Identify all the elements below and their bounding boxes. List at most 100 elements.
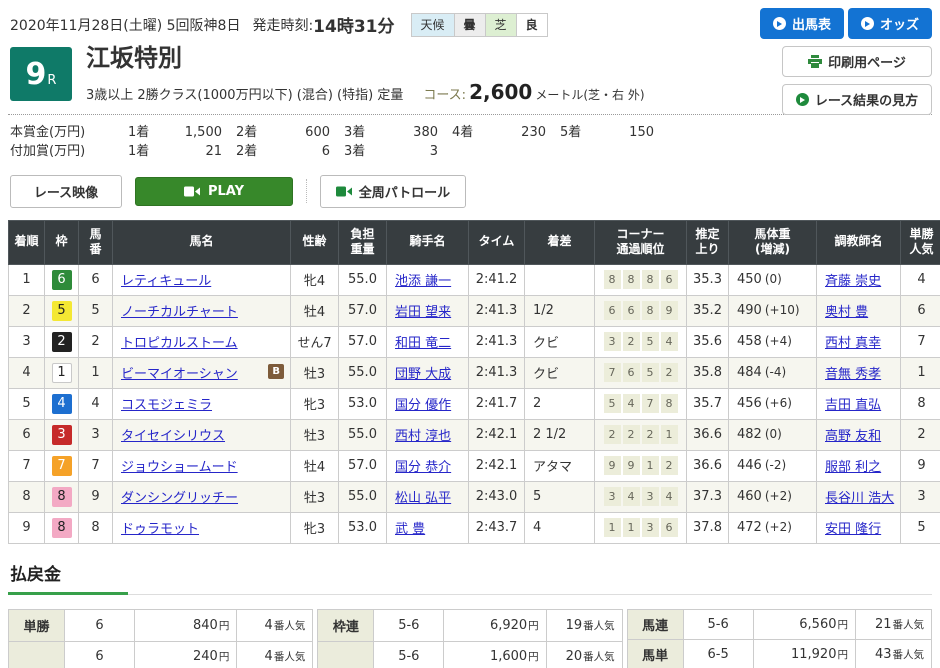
horse-name-cell: ドゥラモット [113, 512, 291, 543]
carried-weight: 53.0 [339, 512, 387, 543]
corner-order: 8886 [595, 264, 687, 295]
jockey-link[interactable]: 国分 恭介 [395, 460, 451, 475]
horse-number: 1 [79, 357, 113, 388]
print-page-button[interactable]: 印刷用ページ [782, 46, 932, 77]
frame-cell: 2 [45, 326, 79, 357]
horse-name-link[interactable]: ビーマイオーシャン [121, 367, 238, 382]
finish-position: 2 [9, 295, 45, 326]
bet-type-label: 複勝 [9, 642, 65, 668]
trainer-link[interactable]: 奥村 豊 [825, 305, 868, 320]
horse-name-cell: レティキュール [113, 264, 291, 295]
jockey-cell: 武 豊 [387, 512, 469, 543]
horse-name-cell: ジョウショームード [113, 450, 291, 481]
jockey-link[interactable]: 団野 大成 [395, 367, 451, 382]
win-popularity: 9 [901, 450, 940, 481]
payout-row-place: 複勝 6 240円 4番人気 [9, 642, 313, 668]
finish-position: 9 [9, 512, 45, 543]
corner-pos: 2 [623, 425, 640, 444]
body-weight-value: 484 [737, 365, 762, 380]
corner-pos: 3 [604, 487, 621, 506]
jockey-link[interactable]: 岩田 望来 [395, 305, 451, 320]
patrol-video-button[interactable]: 全周パトロール [320, 175, 466, 208]
place-label: 1着 [128, 123, 164, 142]
body-weight-diff: (+6) [765, 396, 792, 410]
body-weight-value: 482 [737, 427, 762, 442]
trainer-link[interactable]: 斉藤 崇史 [825, 274, 881, 289]
horse-name-link[interactable]: レティキュール [121, 274, 211, 289]
trainer-link[interactable]: 安田 隆行 [825, 522, 881, 537]
race-date: 2020年11月28日(土曜) 5回阪神8日 [10, 15, 240, 35]
payout-popularity: 19番人気 [546, 609, 622, 641]
place-label: 4着 [452, 123, 488, 142]
payout-amount: 240円 [135, 642, 237, 668]
race-video-label: レース映像 [34, 182, 98, 201]
race-video-button[interactable]: レース映像 [10, 175, 122, 208]
horse-name-link[interactable]: コスモジェミラ [121, 398, 212, 413]
odds-label: オッズ [880, 14, 919, 33]
trainer-link[interactable]: 長谷川 浩大 [825, 491, 894, 506]
col-jockey: 騎手名 [387, 220, 469, 264]
corner-order: 9912 [595, 450, 687, 481]
trainer-link[interactable]: 高野 友和 [825, 429, 881, 444]
table-row: 8 8 9 ダンシングリッチー 牡3 55.0 松山 弘平 2:43.0 5 3… [9, 481, 940, 512]
body-weight: 490(+10) [729, 295, 817, 326]
corner-order: 6689 [595, 295, 687, 326]
trainer-link[interactable]: 西村 真幸 [825, 336, 881, 351]
col-last-3f: 推定 上り [687, 220, 729, 264]
table-row: 3 2 2 トロピカルストーム せん7 57.0 和田 竜二 2:41.3 クビ… [9, 326, 940, 357]
jockey-link[interactable]: 国分 優作 [395, 398, 451, 413]
trainer-link[interactable]: 服部 利之 [825, 460, 881, 475]
margin [525, 264, 595, 295]
corner-pos: 1 [604, 518, 621, 537]
table-row: 6 3 3 タイセイシリウス 牡3 55.0 西村 淳也 2:42.1 2 1/… [9, 419, 940, 450]
frame-badge: 6 [52, 270, 72, 290]
horse-name-link[interactable]: トロピカルストーム [121, 336, 238, 351]
body-weight-diff: (-4) [765, 365, 786, 379]
patrol-label: 全周パトロール [359, 182, 450, 201]
jockey-link[interactable]: 和田 竜二 [395, 336, 451, 351]
horse-name-link[interactable]: ノーチカルチャート [121, 305, 238, 320]
corner-pos: 1 [661, 425, 678, 444]
entry-table-button[interactable]: 出馬表 [760, 8, 844, 39]
start-time: 14時31分 [313, 12, 394, 37]
frame-badge: 8 [52, 487, 72, 507]
payout-row-exacta: 馬単 6-5 11,920円 43番人気 [627, 639, 931, 668]
corner-pos: 8 [642, 270, 659, 289]
horse-number: 8 [79, 512, 113, 543]
horse-name-link[interactable]: ジョウショームード [121, 460, 238, 475]
payout-row-quinella: 馬連 5-6 6,560円 21番人気 [627, 609, 931, 639]
body-weight: 450(0) [729, 264, 817, 295]
payout-amount: 11,920円 [753, 639, 855, 668]
time: 2:41.3 [469, 326, 525, 357]
jockey-cell: 岩田 望来 [387, 295, 469, 326]
horse-name-link[interactable]: ドゥラモット [121, 522, 199, 537]
corner-pos: 5 [642, 332, 659, 351]
win-popularity: 7 [901, 326, 940, 357]
trainer-link[interactable]: 音無 秀孝 [825, 367, 881, 382]
corner-pos: 4 [661, 487, 678, 506]
corner-pos: 8 [604, 270, 621, 289]
jockey-link[interactable]: 松山 弘平 [395, 491, 451, 506]
result-guide-button[interactable]: レース結果の見方 [782, 84, 932, 115]
horse-name-link[interactable]: タイセイシリウス [121, 429, 225, 444]
margin: 2 1/2 [525, 419, 595, 450]
win-popularity: 4 [901, 264, 940, 295]
prize-amount: 3 [380, 142, 438, 161]
blinker-badge: B [268, 364, 284, 379]
combination: 6 [65, 609, 135, 641]
trainer-link[interactable]: 吉田 直弘 [825, 398, 881, 413]
frame-cell: 8 [45, 481, 79, 512]
body-weight: 456(+6) [729, 388, 817, 419]
jockey-link[interactable]: 西村 淳也 [395, 429, 451, 444]
bet-type-label: 単勝 [9, 609, 65, 641]
play-button[interactable]: PLAY [135, 177, 293, 206]
prize-money: 本賞金(万円) 1着1,500 2着600 3着380 4着230 5着150 … [8, 115, 932, 163]
corner-pos: 6 [604, 301, 621, 320]
trainer-cell: 安田 隆行 [817, 512, 901, 543]
frame-cell: 8 [45, 512, 79, 543]
sex-age: 牡3 [291, 357, 339, 388]
odds-button[interactable]: オッズ [848, 8, 932, 39]
jockey-link[interactable]: 武 豊 [395, 522, 425, 537]
horse-name-link[interactable]: ダンシングリッチー [121, 491, 238, 506]
jockey-link[interactable]: 池添 謙一 [395, 274, 451, 289]
